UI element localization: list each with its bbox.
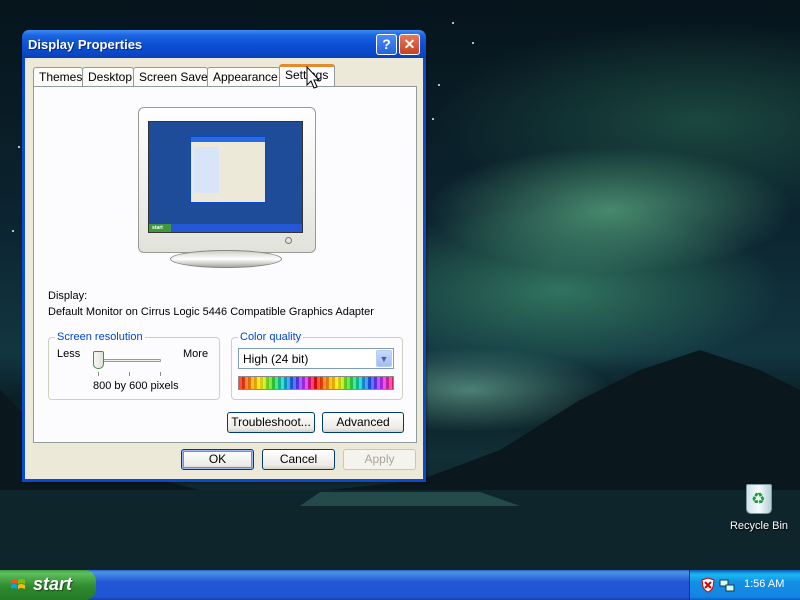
- mini-start-label: start: [149, 224, 171, 232]
- title-bar[interactable]: Display Properties ? ✕: [22, 30, 426, 58]
- window-client-area: Themes Desktop Screen Saver Appearance S…: [25, 58, 423, 479]
- settings-tab-panel: start Display: Default Monitor on Cirrus…: [33, 86, 417, 443]
- window-title: Display Properties: [28, 37, 143, 52]
- mini-window-preview: [190, 136, 266, 203]
- resolution-slider-track[interactable]: [97, 359, 161, 362]
- advanced-button[interactable]: Advanced: [322, 412, 404, 433]
- clock[interactable]: 1:56 AM: [744, 578, 784, 590]
- start-label: start: [33, 574, 73, 594]
- ok-button[interactable]: OK: [181, 449, 254, 470]
- resolution-value: 800 by 600 pixels: [93, 380, 179, 392]
- taskbar: start 1:56 AM: [0, 570, 800, 600]
- monitor-stand: [170, 250, 282, 268]
- help-button[interactable]: ?: [376, 34, 397, 55]
- resolution-less-label: Less: [57, 348, 81, 360]
- tab-appearance[interactable]: Appearance: [207, 67, 280, 86]
- color-quality-group: Color quality High (24 bit) ▼: [231, 331, 403, 400]
- slider-tick: [160, 372, 161, 376]
- star: [438, 84, 440, 86]
- apply-button[interactable]: Apply: [343, 449, 416, 470]
- screen-resolution-label: Screen resolution: [55, 331, 145, 343]
- resolution-more-label: More: [183, 348, 209, 360]
- monitor-power-button: [285, 237, 292, 244]
- display-properties-window: Display Properties ? ✕ Themes Desktop Sc…: [22, 30, 426, 482]
- security-alert-icon[interactable]: [700, 577, 716, 593]
- mouse-cursor-icon: [306, 66, 321, 89]
- color-quality-label: Color quality: [238, 331, 304, 343]
- display-adapter-value: Default Monitor on Cirrus Logic 5446 Com…: [48, 306, 374, 318]
- monitor-preview: start: [138, 107, 316, 253]
- start-button[interactable]: start: [0, 570, 96, 600]
- windows-logo-icon: [11, 579, 25, 589]
- system-tray: 1:56 AM: [689, 570, 800, 600]
- chevron-down-icon[interactable]: ▼: [376, 350, 392, 367]
- star: [432, 118, 434, 120]
- screen-resolution-group: Screen resolution Less More 800 by 600 p…: [48, 331, 220, 400]
- tab-desktop[interactable]: Desktop: [82, 67, 134, 86]
- slider-tick: [98, 372, 99, 376]
- recycle-bin-icon: [746, 484, 772, 514]
- close-button[interactable]: ✕: [399, 34, 420, 55]
- network-icon[interactable]: [719, 577, 735, 593]
- monitor-screen-preview: start: [148, 121, 303, 233]
- color-quality-select[interactable]: High (24 bit) ▼: [238, 348, 394, 369]
- recycle-bin-label: Recycle Bin: [729, 520, 789, 532]
- color-spectrum-preview: [238, 376, 394, 390]
- troubleshoot-button[interactable]: Troubleshoot...: [227, 412, 315, 433]
- tab-themes[interactable]: Themes: [33, 67, 83, 86]
- slider-tick: [129, 372, 130, 376]
- tab-screen-saver[interactable]: Screen Saver: [133, 67, 212, 86]
- recycle-bin[interactable]: Recycle Bin: [726, 484, 792, 532]
- mini-taskbar-preview: start: [149, 224, 302, 232]
- color-quality-selected: High (24 bit): [243, 352, 309, 366]
- star: [18, 146, 20, 148]
- display-label: Display:: [48, 290, 88, 302]
- resolution-slider-thumb[interactable]: [93, 351, 104, 369]
- star: [452, 22, 454, 24]
- star: [472, 42, 474, 44]
- star: [12, 230, 14, 232]
- cancel-button[interactable]: Cancel: [262, 449, 335, 470]
